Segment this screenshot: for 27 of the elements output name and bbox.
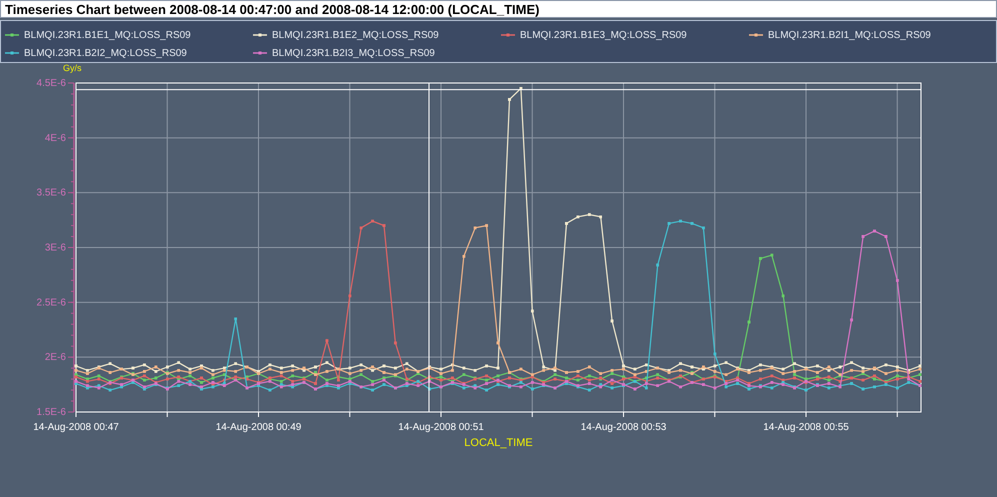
y-tick-label: 4.5E-6 bbox=[36, 78, 66, 89]
x-tick-label: 14-Aug-2008 00:51 bbox=[398, 422, 484, 433]
y-tick-label: 3E-6 bbox=[44, 242, 66, 254]
legend-line-icon bbox=[5, 51, 19, 55]
legend-label: BLMQI.23R1.B1E3_MQ:LOSS_RS09 bbox=[520, 30, 687, 40]
x-tick-label: 14-Aug-2008 00:53 bbox=[580, 422, 666, 433]
x-tick-label: 14-Aug-2008 00:47 bbox=[33, 422, 119, 433]
legend-line-icon bbox=[253, 51, 267, 55]
legend-line-icon bbox=[253, 33, 267, 37]
legend-line-icon bbox=[749, 33, 763, 37]
legend-label: BLMQI.23R1.B2I2_MQ:LOSS_RS09 bbox=[24, 48, 187, 58]
y-tick-label: 4E-6 bbox=[44, 132, 66, 144]
y-tick-label: 3.5E-6 bbox=[36, 188, 66, 199]
legend-label: BLMQI.23R1.B2I1_MQ:LOSS_RS09 bbox=[768, 30, 931, 40]
legend-label: BLMQI.23R1.B1E2_MQ:LOSS_RS09 bbox=[272, 30, 439, 40]
legend-line-icon bbox=[501, 33, 515, 37]
y-tick-label: 2.5E-6 bbox=[36, 297, 66, 308]
x-tick-label: 14-Aug-2008 00:49 bbox=[216, 422, 302, 433]
x-tick-label: 14-Aug-2008 00:55 bbox=[763, 422, 849, 433]
legend-line-icon bbox=[5, 33, 19, 37]
y-tick-label: 2E-6 bbox=[44, 352, 66, 364]
legend-label: BLMQI.23R1.B1E1_MQ:LOSS_RS09 bbox=[24, 30, 191, 40]
chart-title: Timeseries Chart between 2008-08-14 00:47:00 and 2008-08-14 12:00:00 (LOCAL_TIME) bbox=[5, 2, 540, 16]
x-axis-title: LOCAL_TIME bbox=[464, 437, 533, 449]
legend-label: BLMQI.23R1.B2I3_MQ:LOSS_RS09 bbox=[272, 48, 435, 58]
y-tick-label: 1.5E-6 bbox=[36, 407, 66, 418]
y-axis-title: Gy/s bbox=[63, 63, 82, 73]
